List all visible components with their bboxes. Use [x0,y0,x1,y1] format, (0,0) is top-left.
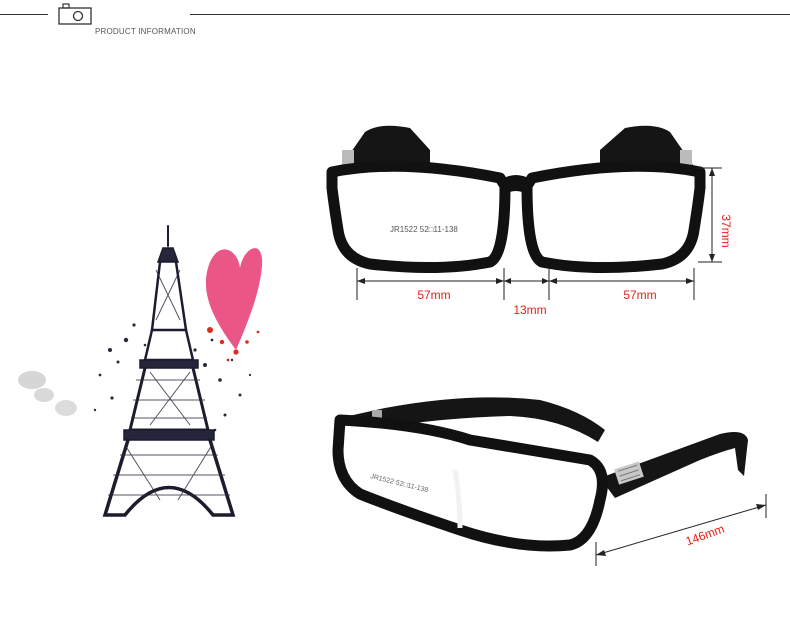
lens-width-left-label: 57mm [417,288,451,302]
product-illustration: JR1522 52□11-138 JR1522 52□11-138 [18,125,767,566]
dimension-line-temple [595,494,767,566]
lens-width-right-label: 57mm [623,288,657,302]
eiffel-tower-illustration [18,225,263,517]
glasses-front-view: JR1522 52□11-138 [326,125,706,274]
frame-imprint: JR1522 52□11-138 [390,225,458,234]
lens-height-label: 37mm [719,214,733,248]
glasses-side-view: JR1522 52□11-138 [332,397,748,552]
bridge-width-label: 13mm [513,303,547,317]
